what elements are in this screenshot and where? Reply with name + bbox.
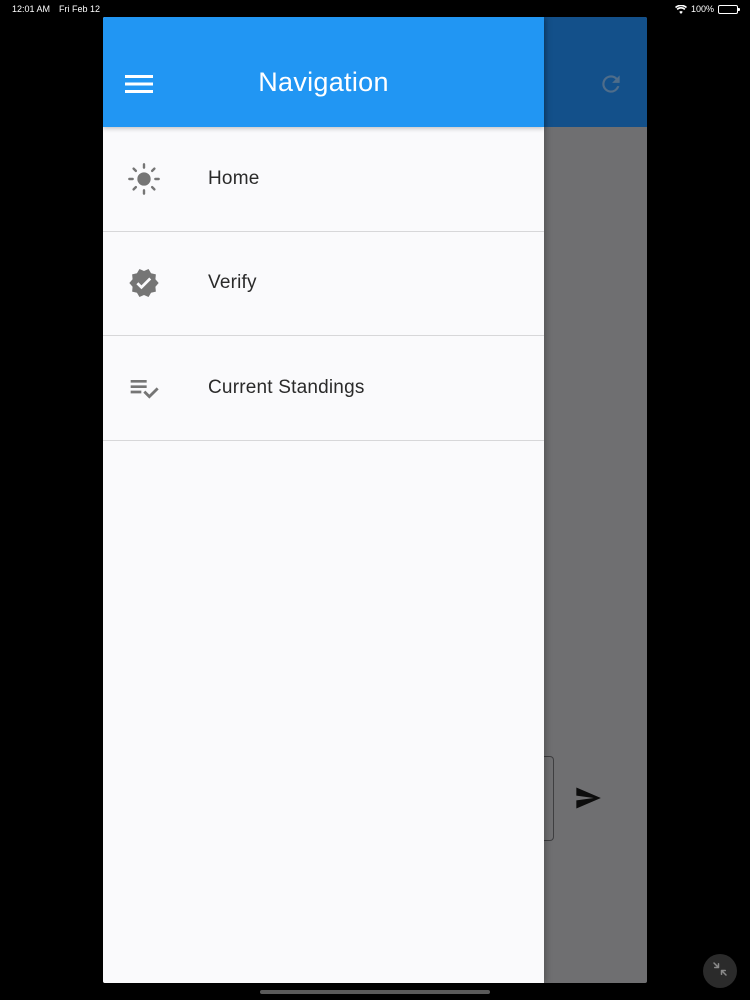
- nav-item-verify-label: Verify: [208, 272, 257, 294]
- app-window: Navigation Home Verify Current Standings: [103, 17, 647, 983]
- refresh-icon: [598, 71, 624, 102]
- home-indicator[interactable]: [260, 990, 490, 994]
- send-button[interactable]: [570, 782, 606, 818]
- status-bar: 12:01 AM Fri Feb 12 100%: [0, 0, 750, 18]
- nav-item-home[interactable]: Home: [103, 127, 544, 232]
- nav-item-verify[interactable]: Verify: [103, 232, 544, 336]
- status-right: 100%: [674, 0, 740, 18]
- collapse-button[interactable]: [703, 954, 737, 988]
- screen: 12:01 AM Fri Feb 12 100% Navigation Home…: [0, 0, 750, 1000]
- nav-item-home-label: Home: [208, 167, 260, 189]
- sun-icon: [127, 162, 161, 196]
- status-time: 12:01 AM: [12, 4, 51, 14]
- nav-list: Home Verify Current Standings: [103, 127, 544, 441]
- battery-percent: 100%: [690, 4, 714, 14]
- navigation-drawer: Navigation Home Verify Current Standings: [103, 17, 544, 983]
- drawer-header: Navigation: [103, 17, 544, 127]
- battery-icon: [718, 4, 740, 14]
- nav-item-current-standings-label: Current Standings: [208, 376, 365, 398]
- drawer-title: Navigation: [258, 67, 389, 97]
- verified-badge-icon: [127, 266, 161, 300]
- playlist-check-icon: [127, 371, 161, 405]
- refresh-button[interactable]: [595, 70, 627, 102]
- wifi-icon: [674, 4, 687, 14]
- collapse-arrows-icon: [711, 960, 729, 983]
- status-date: Fri Feb 12: [59, 4, 101, 14]
- send-icon: [572, 784, 604, 817]
- nav-item-current-standings[interactable]: Current Standings: [103, 336, 544, 441]
